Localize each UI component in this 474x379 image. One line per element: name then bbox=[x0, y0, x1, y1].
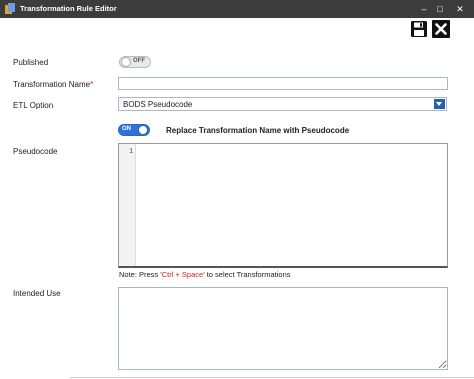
save-icon[interactable] bbox=[410, 20, 428, 38]
shortcut-note: Note: Press 'Ctrl + Space' to select Tra… bbox=[119, 270, 291, 279]
divider bbox=[70, 377, 474, 378]
shortcut-key: Ctrl + Space bbox=[161, 270, 204, 279]
transformation-name-label: Transformation Name* bbox=[13, 80, 94, 89]
intended-use-textarea[interactable] bbox=[118, 287, 448, 370]
replace-name-label: Replace Transformation Name with Pseudoc… bbox=[166, 126, 350, 135]
transformation-name-input[interactable] bbox=[118, 77, 448, 90]
intended-use-label: Intended Use bbox=[13, 289, 61, 298]
window-title: Transformation Rule Editor bbox=[20, 4, 117, 13]
published-label: Published bbox=[13, 58, 49, 67]
pseudocode-editor[interactable]: 1 bbox=[118, 143, 448, 268]
line-number-gutter: 1 bbox=[119, 144, 136, 266]
required-mark: * bbox=[90, 80, 94, 89]
toggle-state-text: OFF bbox=[133, 58, 145, 64]
toggle-state-text: ON bbox=[122, 126, 131, 132]
line-number: 1 bbox=[129, 148, 134, 156]
etl-option-label: ETL Option bbox=[13, 101, 54, 110]
replace-name-toggle[interactable]: ON bbox=[118, 124, 150, 136]
app-icon bbox=[5, 3, 15, 14]
maximize-button[interactable]: □ bbox=[433, 2, 447, 16]
published-toggle[interactable]: OFF bbox=[119, 56, 151, 68]
close-icon[interactable] bbox=[432, 20, 450, 38]
minimize-button[interactable]: – bbox=[417, 2, 431, 16]
etl-option-select[interactable]: BODS Pseudocode bbox=[118, 97, 447, 111]
toggle-knob bbox=[121, 57, 131, 67]
etl-option-value: BODS Pseudocode bbox=[123, 100, 193, 109]
chevron-down-icon[interactable] bbox=[434, 99, 445, 109]
toggle-knob bbox=[138, 125, 148, 135]
window-close-button[interactable]: ✕ bbox=[453, 2, 467, 16]
title-bar: Transformation Rule Editor – □ ✕ bbox=[0, 0, 474, 18]
pseudocode-label: Pseudocode bbox=[13, 147, 58, 156]
